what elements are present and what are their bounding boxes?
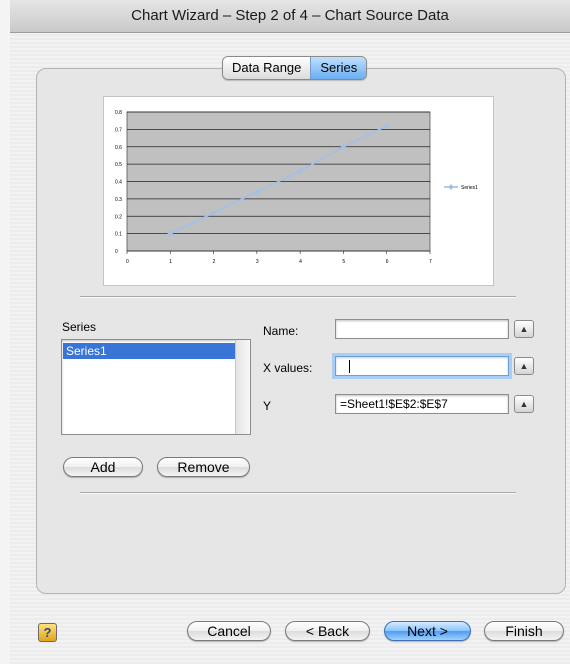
x-values-field[interactable] [335, 356, 509, 376]
x-tick-label: 6 [386, 259, 389, 265]
y-tick-label: 0.4 [115, 180, 122, 186]
y-tick-label: 0.8 [115, 110, 122, 116]
legend-swatch-marker [448, 184, 454, 190]
chart-svg: 0 0.1 0.2 0.3 0.4 0.5 0.6 0.7 0.8 0 1 2 3 4 5 6 7 Series1 [115, 110, 478, 265]
x-tick-label: 7 [429, 259, 432, 265]
x-tick-label: 4 [299, 259, 302, 265]
x-tick-label: 2 [213, 259, 216, 265]
x-values-collapse-dialog-icon[interactable]: ▲ [514, 357, 534, 375]
y-tick-label: 0.7 [115, 127, 122, 133]
window-title: Chart Wizard – Step 2 of 4 – Chart Sourc… [131, 7, 449, 24]
series-list[interactable]: Series1 [61, 339, 251, 435]
y-tick-label: 0.3 [115, 197, 122, 203]
series-list-scrollbar[interactable] [235, 340, 250, 434]
name-label: Name: [263, 324, 299, 338]
back-button[interactable]: < Back [285, 621, 370, 641]
tab-bar: Data Range Series [222, 56, 368, 80]
separator-bottom [80, 492, 516, 494]
y-tick-label: 0.2 [115, 214, 122, 220]
x-tick-label: 0 [126, 259, 129, 265]
add-button[interactable]: Add [63, 457, 143, 477]
cancel-button[interactable]: Cancel [187, 621, 271, 641]
series-list-item[interactable]: Series1 [63, 343, 238, 359]
legend-label: Series1 [461, 185, 478, 191]
y-values-label: Y [263, 399, 272, 413]
y-tick-label: 0.6 [115, 145, 122, 151]
tab-data-range[interactable]: Data Range [223, 57, 311, 79]
x-values-label: X values: [263, 361, 313, 375]
y-values-collapse-dialog-icon[interactable]: ▲ [514, 395, 534, 413]
remove-button[interactable]: Remove [157, 457, 250, 477]
tab-series[interactable]: Series [310, 57, 367, 79]
text-caret [349, 360, 350, 373]
title-bar[interactable]: Chart Wizard – Step 2 of 4 – Chart Sourc… [10, 0, 570, 33]
x-tick-label: 5 [342, 259, 345, 265]
finish-button[interactable]: Finish [484, 621, 564, 641]
separator-top [80, 296, 516, 298]
next-button[interactable]: Next > [384, 621, 471, 641]
y-tick-label: 0.5 [115, 162, 122, 168]
name-field[interactable] [335, 319, 509, 339]
y-tick-label: 0.1 [115, 232, 122, 238]
help-icon[interactable]: ? [38, 623, 57, 642]
name-collapse-dialog-icon[interactable]: ▲ [514, 320, 534, 338]
chart-preview: 0 0.1 0.2 0.3 0.4 0.5 0.6 0.7 0.8 0 1 2 3 4 5 6 7 Series1 [103, 96, 494, 286]
y-values-field[interactable]: =Sheet1!$E$2:$E$7 [335, 394, 509, 414]
x-tick-label: 1 [169, 259, 172, 265]
y-tick-label: 0 [115, 249, 118, 255]
x-tick-label: 3 [256, 259, 259, 265]
series-list-label: Series [62, 320, 97, 334]
